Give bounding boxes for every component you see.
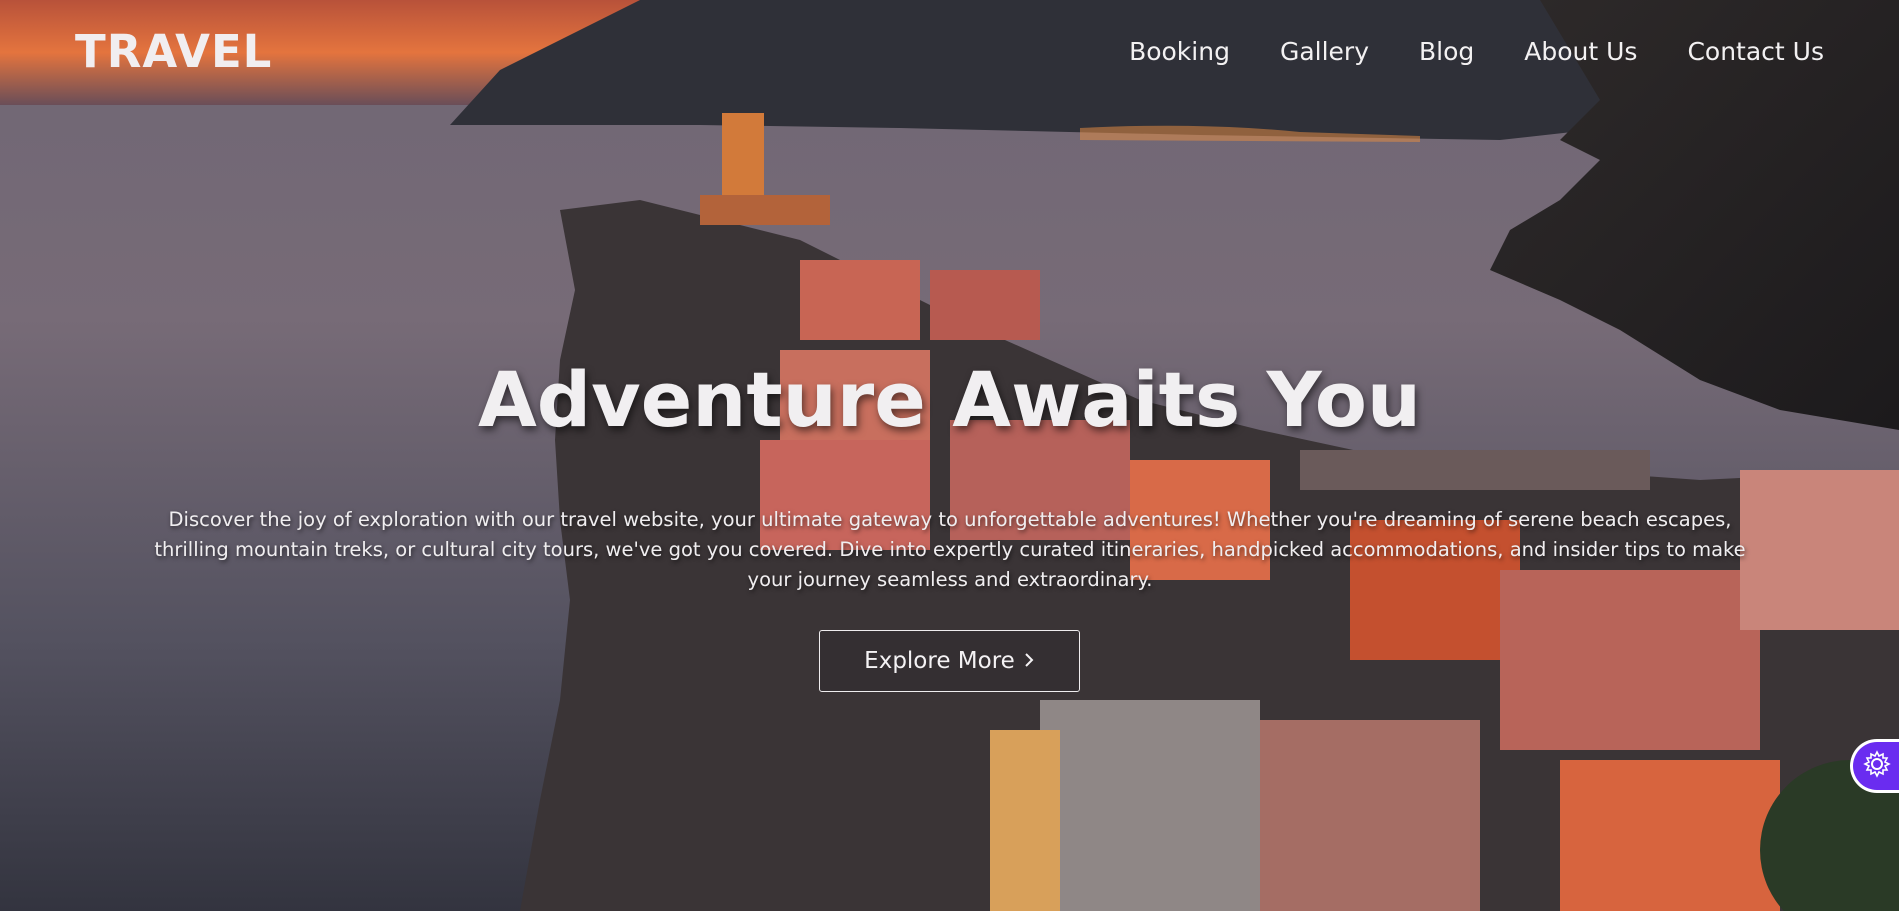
hero-headline: Adventure Awaits You bbox=[477, 355, 1422, 444]
nav-link-about-us[interactable]: About Us bbox=[1524, 37, 1637, 66]
explore-more-label: Explore More bbox=[864, 648, 1015, 674]
background-landscape-image bbox=[0, 0, 1899, 911]
site-logo[interactable]: TRAVEL bbox=[75, 25, 272, 78]
hero-section: TRAVEL Booking Gallery Blog About Us Con… bbox=[0, 0, 1899, 911]
nav-links: Booking Gallery Blog About Us Contact Us bbox=[1129, 37, 1824, 66]
nav-link-contact-us[interactable]: Contact Us bbox=[1687, 37, 1824, 66]
top-navigation-bar: TRAVEL Booking Gallery Blog About Us Con… bbox=[0, 0, 1899, 102]
chevron-right-icon bbox=[1023, 648, 1035, 674]
nav-link-blog[interactable]: Blog bbox=[1419, 37, 1474, 66]
hero-description: Discover the joy of exploration with our… bbox=[154, 508, 1746, 591]
explore-more-button[interactable]: Explore More bbox=[819, 630, 1080, 692]
nav-link-booking[interactable]: Booking bbox=[1129, 37, 1230, 66]
settings-floating-button[interactable] bbox=[1853, 742, 1899, 790]
nav-link-gallery[interactable]: Gallery bbox=[1280, 37, 1369, 66]
gear-icon bbox=[1863, 750, 1891, 782]
